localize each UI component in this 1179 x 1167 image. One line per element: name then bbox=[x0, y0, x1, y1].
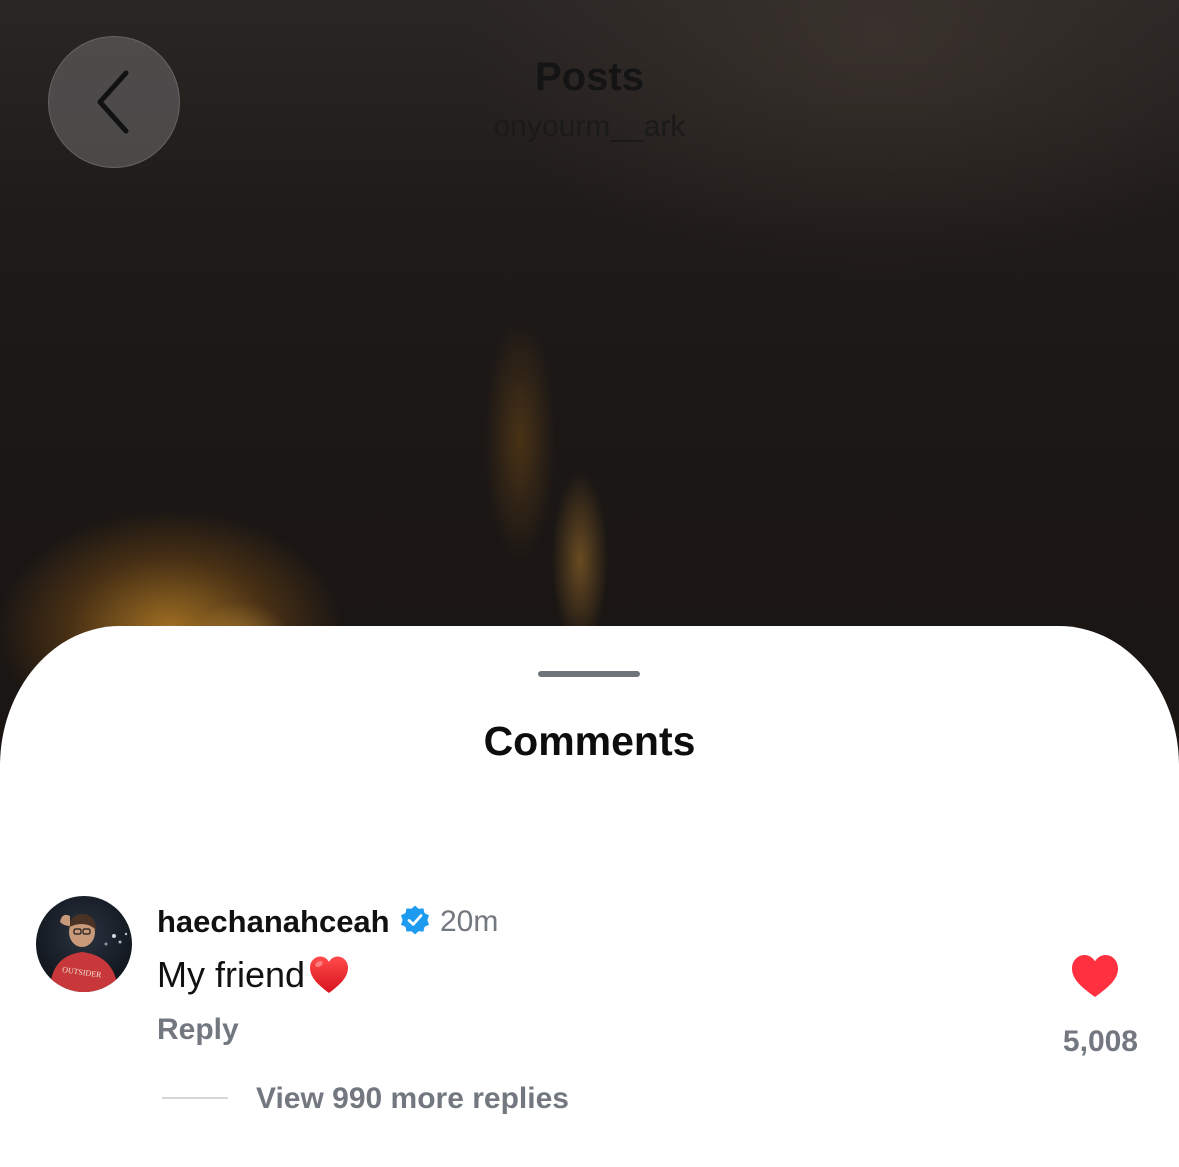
sheet-drag-handle[interactable] bbox=[538, 671, 640, 677]
comments-sheet: Comments OUTSIDER haechanahceah 20m My f… bbox=[0, 626, 1179, 1167]
sheet-title: Comments bbox=[483, 718, 696, 764]
heart-filled-icon[interactable] bbox=[1070, 953, 1120, 999]
page-subtitle-username[interactable]: onyourm__ark bbox=[0, 110, 1179, 144]
comment-timestamp: 20m bbox=[440, 905, 499, 938]
reply-button[interactable]: Reply bbox=[157, 1013, 239, 1047]
comment-text: My friend bbox=[157, 954, 306, 995]
comment-body: My friend bbox=[157, 953, 351, 997]
replies-divider bbox=[162, 1097, 228, 1099]
red-heart-emoji-icon bbox=[310, 956, 349, 993]
comment-username[interactable]: haechanahceah bbox=[157, 904, 390, 940]
page-title: Posts bbox=[535, 55, 644, 99]
verified-badge-icon bbox=[401, 905, 429, 935]
avatar[interactable]: OUTSIDER bbox=[36, 896, 132, 992]
like-count: 5,008 bbox=[1062, 1025, 1138, 1058]
view-more-replies-button[interactable]: View 990 more replies bbox=[256, 1082, 569, 1116]
screen: Posts onyourm__ark Comments OUTSIDER hae… bbox=[0, 0, 1179, 1167]
